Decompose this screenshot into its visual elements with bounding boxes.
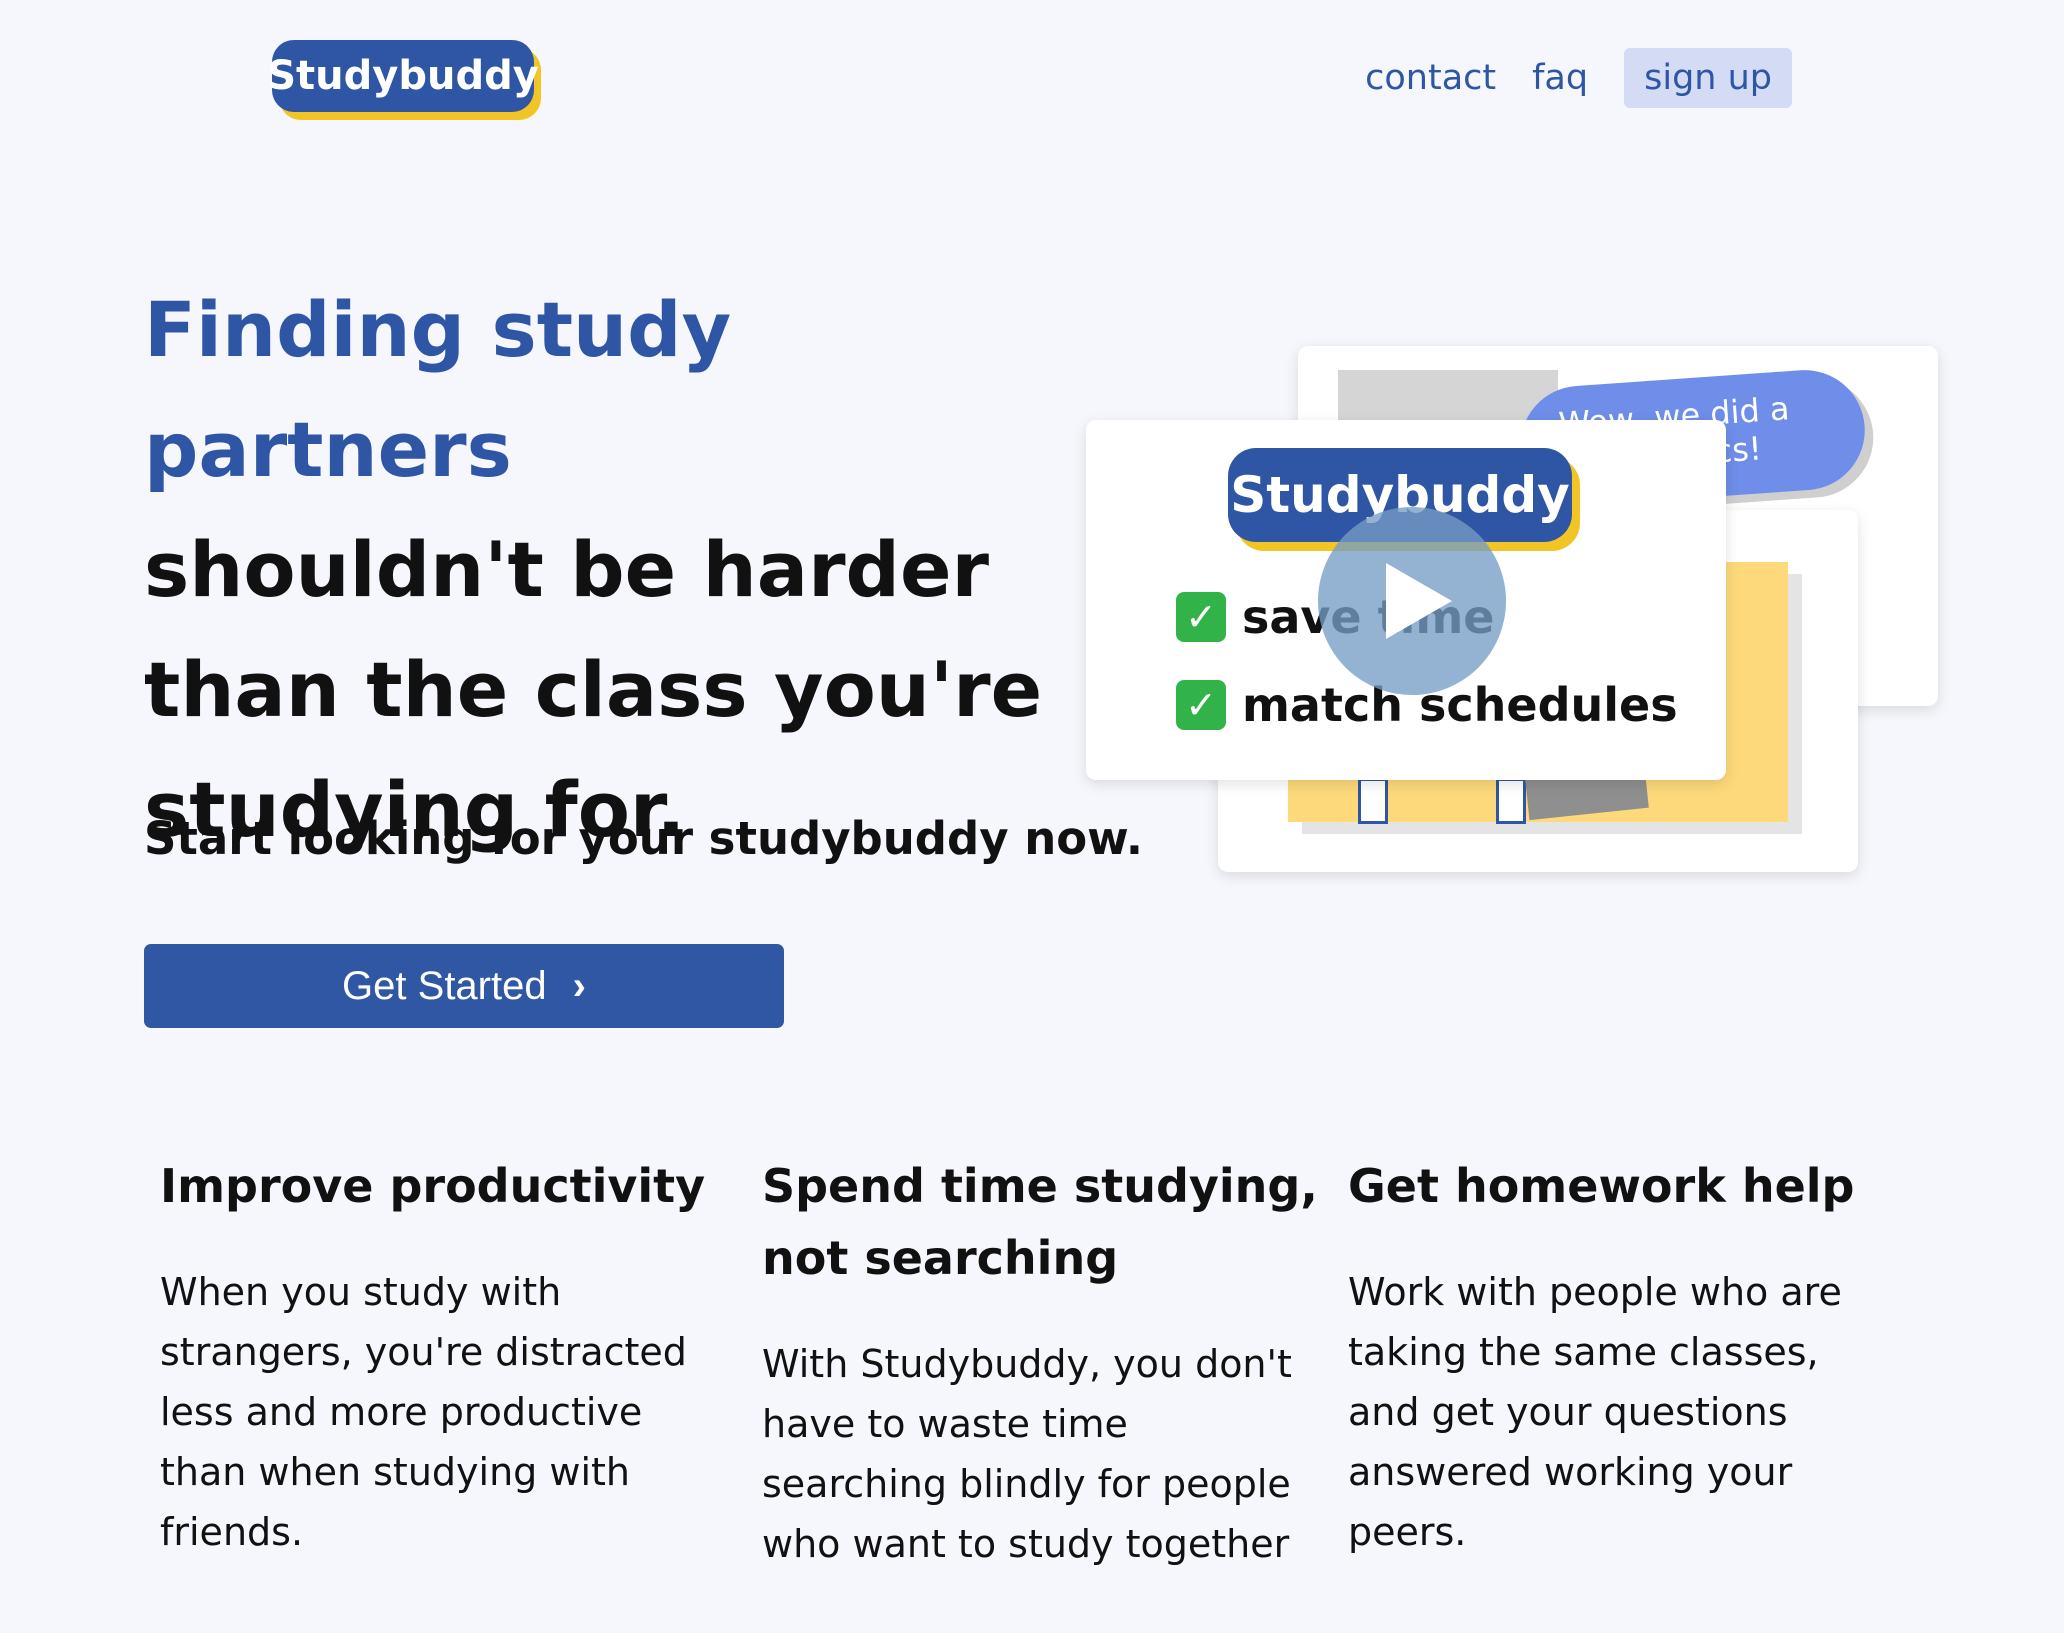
play-icon — [1386, 563, 1452, 639]
checkmark-icon: ✓ — [1176, 592, 1226, 642]
feature-body: With Studybuddy, you don't have to waste… — [762, 1342, 1292, 1566]
feature-improve-productivity: Improve productivity When you study with… — [160, 1150, 740, 1562]
feature-body: When you study with strangers, you're di… — [160, 1270, 687, 1554]
preview-illustration-marker — [1496, 778, 1526, 824]
hero-title-rest: shouldn't be harder than the class you'r… — [144, 525, 1043, 854]
hero-subtitle: Start looking for your studybuddy now. — [144, 812, 1143, 865]
hero-title-accent: Finding study partners — [144, 285, 732, 494]
logo-text: Studybuddy — [267, 53, 539, 99]
feature-title: Improve productivity — [160, 1159, 706, 1213]
preview-illustration-marker — [1358, 778, 1388, 824]
feature-homework-help: Get homework help Work with people who a… — [1348, 1150, 1888, 1562]
chevron-right-icon: › — [572, 963, 586, 1008]
check-item-label: match schedules — [1242, 678, 1678, 732]
checkmark-icon: ✓ — [1176, 680, 1226, 730]
top-nav: contact faq sign up — [1365, 48, 1792, 108]
nav-contact-link[interactable]: contact — [1365, 58, 1496, 98]
nav-signup-button[interactable]: sign up — [1624, 48, 1792, 108]
get-started-button[interactable]: Get Started › — [144, 944, 784, 1028]
feature-spend-time: Spend time studying, not searching With … — [762, 1150, 1322, 1574]
studybuddy-logo[interactable]: Studybuddy — [267, 40, 539, 112]
hero-title: Finding study partners shouldn't be hard… — [144, 270, 1064, 870]
nav-faq-link[interactable]: faq — [1532, 58, 1588, 98]
feature-title: Spend time studying, not searching — [762, 1159, 1318, 1285]
play-button[interactable] — [1318, 507, 1506, 695]
feature-body: Work with people who are taking the same… — [1348, 1270, 1842, 1554]
feature-title: Get homework help — [1348, 1159, 1855, 1213]
get-started-label: Get Started — [342, 963, 547, 1008]
